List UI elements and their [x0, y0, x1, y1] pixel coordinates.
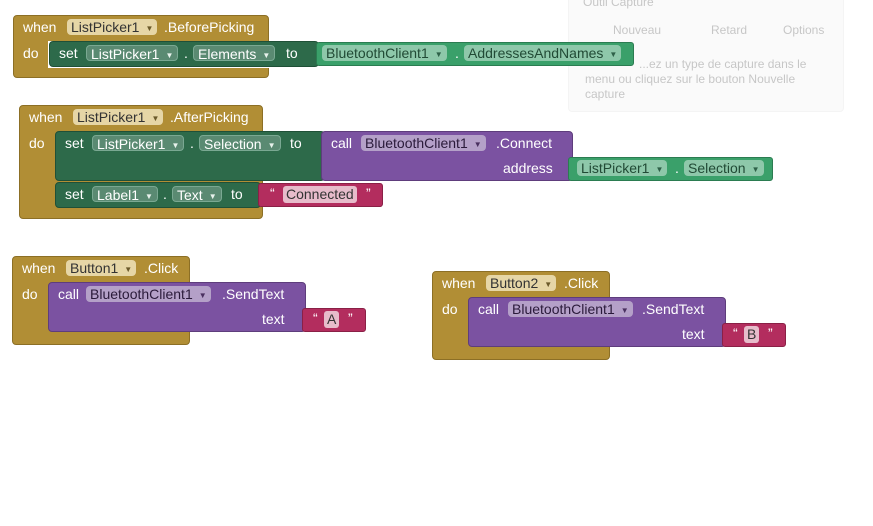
quote-close: ”	[768, 325, 773, 341]
chevron-down-icon: ▼	[208, 192, 217, 201]
do-keyword: do	[23, 45, 39, 61]
when-keyword: when	[442, 275, 476, 291]
hint-line-2: menu ou cliquez sur le bouton Nouvelle	[585, 72, 796, 86]
set-keyword: set	[65, 135, 84, 151]
to-keyword: to	[290, 135, 302, 151]
dot-separator: .	[163, 186, 167, 202]
chevron-down-icon: ▼	[145, 24, 154, 33]
event-name: .Click	[564, 275, 599, 291]
quote-close: ”	[366, 185, 371, 201]
call-component-dropdown[interactable]: BluetoothClient1 ▼	[508, 301, 633, 317]
call-component-dropdown[interactable]: BluetoothClient1 ▼	[361, 135, 486, 151]
string-value-field[interactable]: B	[744, 326, 760, 343]
chevron-down-icon: ▼	[609, 50, 618, 59]
to-keyword: to	[286, 45, 298, 61]
to-keyword: to	[231, 186, 243, 202]
chevron-down-icon: ▼	[267, 141, 276, 150]
component-dropdown[interactable]: ListPicker1 ▼	[67, 19, 158, 35]
do-keyword: do	[22, 286, 38, 302]
chevron-down-icon: ▼	[434, 50, 443, 59]
dot-separator: .	[455, 45, 459, 61]
chevron-down-icon: ▼	[655, 165, 664, 174]
chevron-down-icon: ▼	[165, 51, 174, 60]
event-name: .AfterPicking	[170, 109, 249, 125]
call-component-dropdown[interactable]: BluetoothClient1 ▼	[86, 286, 211, 302]
do-keyword: do	[29, 135, 45, 151]
chevron-down-icon: ▼	[151, 114, 160, 123]
text-param-label: text	[262, 311, 285, 327]
chevron-down-icon: ▼	[171, 141, 180, 150]
dot-separator: .	[675, 160, 679, 176]
when-keyword: when	[23, 19, 57, 35]
component-dropdown[interactable]: Button2 ▼	[486, 275, 557, 291]
delay-button: Retard	[711, 23, 748, 37]
set-property-dropdown[interactable]: Selection ▼	[199, 135, 281, 152]
set-keyword: set	[59, 45, 78, 61]
set-keyword: set	[65, 186, 84, 202]
hint-line-1: ...ez un type de capture dans le	[639, 57, 807, 71]
set-property-dropdown[interactable]: Text ▼	[172, 186, 222, 203]
text-param-label: text	[682, 326, 705, 342]
chevron-down-icon: ▼	[124, 265, 133, 274]
new-button: Nouveau	[613, 23, 662, 37]
when-keyword: when	[22, 260, 56, 276]
method-name: .SendText	[222, 286, 285, 302]
chevron-down-icon: ▼	[473, 140, 482, 149]
event-name: .Click	[144, 260, 179, 276]
do-keyword: do	[442, 301, 458, 317]
getter-property-dropdown[interactable]: AddressesAndNames ▼	[464, 45, 622, 61]
call-keyword: call	[58, 286, 80, 302]
chevron-down-icon: ▼	[145, 192, 153, 201]
chevron-down-icon: ▼	[262, 51, 271, 60]
chevron-down-icon: ▼	[544, 280, 553, 289]
getter-component-dropdown[interactable]: BluetoothClient1 ▼	[322, 45, 447, 61]
string-value-field[interactable]: Connected	[283, 186, 357, 203]
when-keyword: when	[29, 109, 63, 125]
chevron-down-icon: ▼	[620, 306, 629, 315]
method-name: .SendText	[642, 301, 705, 317]
getter-property-dropdown[interactable]: Selection ▼	[684, 160, 764, 176]
quote-close: ”	[348, 310, 353, 326]
dot-separator: .	[190, 135, 194, 151]
address-param-label: address	[503, 160, 553, 176]
call-keyword: call	[331, 135, 353, 151]
getter-component-dropdown[interactable]: ListPicker1 ▼	[577, 160, 668, 176]
hint-line-3: capture	[585, 87, 626, 101]
set-component-dropdown[interactable]: Label1 ▼	[92, 186, 158, 203]
quote-open: “	[270, 185, 275, 201]
string-value-field[interactable]: A	[324, 311, 340, 328]
component-dropdown[interactable]: Button1 ▼	[66, 260, 137, 276]
quote-open: “	[313, 310, 318, 326]
call-keyword: call	[478, 301, 500, 317]
chevron-down-icon: ▼	[198, 291, 207, 300]
set-component-dropdown[interactable]: ListPicker1 ▼	[92, 135, 185, 152]
quote-open: “	[733, 325, 738, 341]
background-window-title: Outil Capture	[583, 0, 654, 9]
component-dropdown[interactable]: ListPicker1 ▼	[73, 109, 164, 125]
event-name: .BeforePicking	[164, 19, 255, 35]
dot-separator: .	[184, 45, 188, 61]
chevron-down-icon: ▼	[751, 165, 760, 174]
method-name: .Connect	[496, 135, 553, 151]
options-button: Options	[783, 23, 825, 37]
set-property-dropdown[interactable]: Elements ▼	[193, 45, 276, 62]
set-component-dropdown[interactable]: ListPicker1 ▼	[86, 45, 179, 62]
